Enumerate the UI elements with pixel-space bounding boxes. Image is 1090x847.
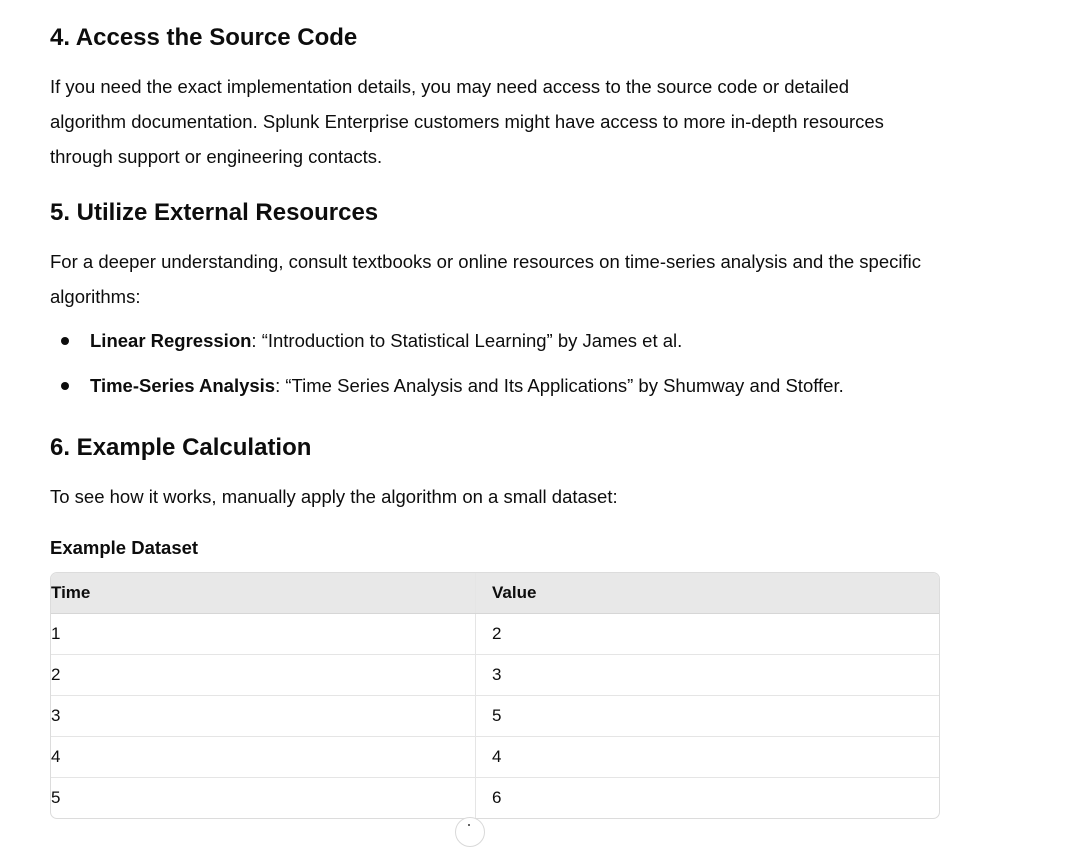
section-heading-access-source-code: 4. Access the Source Code — [50, 24, 358, 51]
column-header-time: Time — [51, 573, 476, 614]
table-header-row: Time Value — [51, 573, 939, 614]
section-paragraph-access-source-code: If you need the exact implementation det… — [50, 76, 884, 167]
cell-value: 4 — [475, 736, 939, 778]
column-header-value: Value — [475, 573, 939, 614]
cell-time: 4 — [51, 736, 476, 778]
cell-time: 2 — [51, 654, 476, 696]
cell-value: 2 — [475, 613, 939, 655]
table-row: 5 6 — [51, 777, 939, 818]
reference-text: : “Time Series Analysis and Its Applicat… — [275, 375, 844, 396]
list-item: Time-Series Analysis: “Time Series Analy… — [50, 368, 930, 403]
dataset-table: Time Value 1 2 2 3 3 5 4 4 5 6 — [50, 572, 940, 819]
section-paragraph-example-calculation: To see how it works, manually apply the … — [50, 486, 618, 507]
bullet-icon — [61, 382, 69, 390]
reference-term: Time-Series Analysis — [90, 375, 276, 396]
section-heading-external-resources: 5. Utilize External Resources — [50, 199, 379, 226]
cell-value: 5 — [475, 695, 939, 737]
example-dataset-heading: Example Dataset — [50, 537, 199, 558]
cell-time: 5 — [51, 777, 476, 818]
cell-time: 1 — [51, 613, 476, 655]
reference-list: Linear Regression: “Introduction to Stat… — [50, 323, 930, 413]
cell-value: 3 — [475, 654, 939, 696]
scroll-to-bottom-button[interactable] — [455, 817, 485, 847]
table-row: 2 3 — [51, 654, 939, 696]
list-item: Linear Regression: “Introduction to Stat… — [50, 323, 930, 358]
section-paragraph-external-resources: For a deeper understanding, consult text… — [50, 251, 921, 307]
cell-value: 6 — [492, 788, 502, 807]
reference-term: Linear Regression — [90, 330, 252, 351]
table-row: 4 4 — [51, 736, 939, 778]
bullet-icon — [61, 337, 69, 345]
table-row: 3 5 — [51, 695, 939, 737]
section-heading-example-calculation: 6. Example Calculation — [50, 434, 312, 461]
table-row: 1 2 — [51, 613, 939, 655]
reference-text: : “Introduction to Statistical Learning”… — [251, 330, 683, 351]
cell-time: 3 — [51, 695, 476, 737]
